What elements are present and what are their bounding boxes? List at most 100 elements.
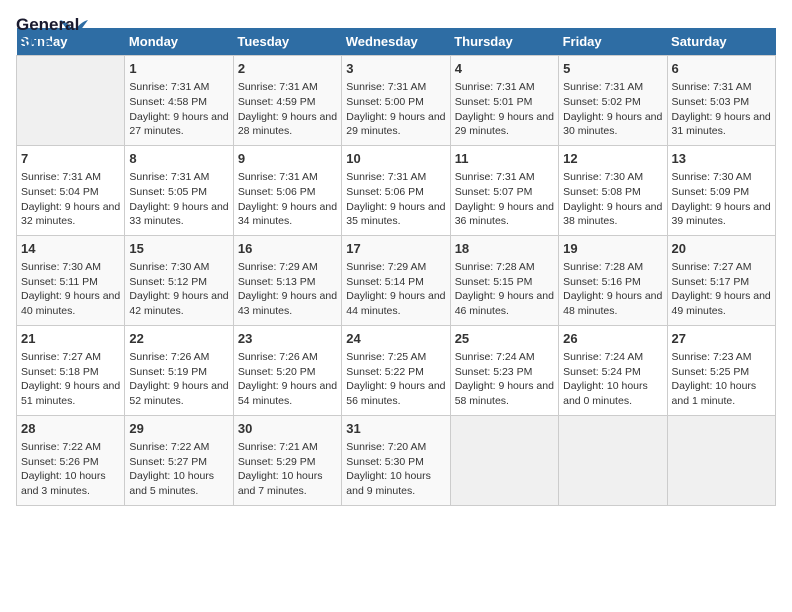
logo-word-general: General <box>16 15 79 34</box>
day-info: Sunrise: 7:31 AMSunset: 4:58 PMDaylight:… <box>129 80 228 139</box>
day-info: Sunrise: 7:24 AMSunset: 5:23 PMDaylight:… <box>455 350 554 409</box>
day-cell: 6Sunrise: 7:31 AMSunset: 5:03 PMDaylight… <box>667 56 775 146</box>
day-cell: 20 Sunrise: 7:27 AMSunset: 5:17 PMDayligh… <box>667 235 775 325</box>
day-number: 30 <box>238 420 337 438</box>
day-number: 3 <box>346 60 445 78</box>
day-cell: 8 Sunrise: 7:31 AMSunset: 5:05 PMDaylight… <box>125 145 233 235</box>
day-number: 9 <box>238 150 337 168</box>
day-cell: 12Sunrise: 7:30 AMSunset: 5:08 PMDayligh… <box>559 145 667 235</box>
day-info: Sunrise: 7:23 AMSunset: 5:25 PMDaylight:… <box>672 350 771 409</box>
day-number: 18 <box>455 240 554 258</box>
day-cell: 25 Sunrise: 7:24 AMSunset: 5:23 PMDayligh… <box>450 325 558 415</box>
day-info: Sunrise: 7:20 AMSunset: 5:30 PMDaylight:… <box>346 440 445 499</box>
calendar-table: SundayMondayTuesdayWednesdayThursdayFrid… <box>16 28 776 506</box>
day-info: Sunrise: 7:30 AMSunset: 5:12 PMDaylight:… <box>129 260 228 319</box>
day-info: Sunrise: 7:29 AMSunset: 5:13 PMDaylight:… <box>238 260 337 319</box>
day-cell: 13Sunrise: 7:30 AMSunset: 5:09 PMDayligh… <box>667 145 775 235</box>
day-number: 21 <box>21 330 120 348</box>
day-info: Sunrise: 7:29 AMSunset: 5:14 PMDaylight:… <box>346 260 445 319</box>
day-number: 14 <box>21 240 120 258</box>
day-cell: 31 Sunrise: 7:20 AMSunset: 5:30 PMDayligh… <box>342 415 450 505</box>
day-cell: 14 Sunrise: 7:30 AMSunset: 5:11 PMDayligh… <box>17 235 125 325</box>
day-info: Sunrise: 7:31 AMSunset: 4:59 PMDaylight:… <box>238 80 337 139</box>
day-cell <box>17 56 125 146</box>
week-row-5: 28 Sunrise: 7:22 AMSunset: 5:26 PMDayligh… <box>17 415 776 505</box>
day-cell: 9 Sunrise: 7:31 AMSunset: 5:06 PMDaylight… <box>233 145 341 235</box>
day-number: 11 <box>455 150 554 168</box>
day-number: 28 <box>21 420 120 438</box>
day-number: 7 <box>21 150 120 168</box>
day-cell: 15 Sunrise: 7:30 AMSunset: 5:12 PMDayligh… <box>125 235 233 325</box>
day-cell: 4 Sunrise: 7:31 AMSunset: 5:01 PMDaylight… <box>450 56 558 146</box>
day-number: 26 <box>563 330 662 348</box>
day-info: Sunrise: 7:24 AMSunset: 5:24 PMDaylight:… <box>563 350 662 409</box>
day-cell: 17 Sunrise: 7:29 AMSunset: 5:14 PMDayligh… <box>342 235 450 325</box>
day-cell: 16Sunrise: 7:29 AMSunset: 5:13 PMDayligh… <box>233 235 341 325</box>
day-number: 15 <box>129 240 228 258</box>
day-info: Sunrise: 7:31 AMSunset: 5:02 PMDaylight:… <box>563 80 662 139</box>
day-info: Sunrise: 7:31 AMSunset: 5:03 PMDaylight:… <box>672 80 771 139</box>
day-info: Sunrise: 7:28 AMSunset: 5:16 PMDaylight:… <box>563 260 662 319</box>
day-number: 10 <box>346 150 445 168</box>
day-info: Sunrise: 7:25 AMSunset: 5:22 PMDaylight:… <box>346 350 445 409</box>
day-number: 2 <box>238 60 337 78</box>
day-header-friday: Friday <box>559 28 667 56</box>
week-row-1: 1 Sunrise: 7:31 AMSunset: 4:58 PMDaylight… <box>17 56 776 146</box>
day-cell: 30 Sunrise: 7:21 AMSunset: 5:29 PMDayligh… <box>233 415 341 505</box>
day-header-thursday: Thursday <box>450 28 558 56</box>
day-cell: 27 Sunrise: 7:23 AMSunset: 5:25 PMDayligh… <box>667 325 775 415</box>
day-number: 22 <box>129 330 228 348</box>
day-cell: 1 Sunrise: 7:31 AMSunset: 4:58 PMDaylight… <box>125 56 233 146</box>
day-number: 1 <box>129 60 228 78</box>
day-info: Sunrise: 7:31 AMSunset: 5:06 PMDaylight:… <box>238 170 337 229</box>
day-number: 12 <box>563 150 662 168</box>
day-number: 27 <box>672 330 771 348</box>
day-info: Sunrise: 7:28 AMSunset: 5:15 PMDaylight:… <box>455 260 554 319</box>
day-number: 20 <box>672 240 771 258</box>
day-info: Sunrise: 7:31 AMSunset: 5:05 PMDaylight:… <box>129 170 228 229</box>
day-cell <box>559 415 667 505</box>
day-cell: 5Sunrise: 7:31 AMSunset: 5:02 PMDaylight… <box>559 56 667 146</box>
day-info: Sunrise: 7:31 AMSunset: 5:07 PMDaylight:… <box>455 170 554 229</box>
day-number: 13 <box>672 150 771 168</box>
day-info: Sunrise: 7:31 AMSunset: 5:00 PMDaylight:… <box>346 80 445 139</box>
day-info: Sunrise: 7:26 AMSunset: 5:20 PMDaylight:… <box>238 350 337 409</box>
logo-row: General Blue <box>16 16 88 58</box>
day-info: Sunrise: 7:27 AMSunset: 5:18 PMDaylight:… <box>21 350 120 409</box>
day-info: Sunrise: 7:27 AMSunset: 5:17 PMDaylight:… <box>672 260 771 319</box>
day-number: 17 <box>346 240 445 258</box>
logo-container: General Blue <box>16 16 88 58</box>
day-cell: 23Sunrise: 7:26 AMSunset: 5:20 PMDayligh… <box>233 325 341 415</box>
day-number: 31 <box>346 420 445 438</box>
day-cell: 7 Sunrise: 7:31 AMSunset: 5:04 PMDaylight… <box>17 145 125 235</box>
day-cell <box>667 415 775 505</box>
week-row-4: 21 Sunrise: 7:27 AMSunset: 5:18 PMDayligh… <box>17 325 776 415</box>
day-cell: 11 Sunrise: 7:31 AMSunset: 5:07 PMDayligh… <box>450 145 558 235</box>
day-number: 25 <box>455 330 554 348</box>
day-info: Sunrise: 7:31 AMSunset: 5:04 PMDaylight:… <box>21 170 120 229</box>
day-info: Sunrise: 7:26 AMSunset: 5:19 PMDaylight:… <box>129 350 228 409</box>
day-info: Sunrise: 7:21 AMSunset: 5:29 PMDaylight:… <box>238 440 337 499</box>
day-info: Sunrise: 7:30 AMSunset: 5:11 PMDaylight:… <box>21 260 120 319</box>
week-row-2: 7 Sunrise: 7:31 AMSunset: 5:04 PMDaylight… <box>17 145 776 235</box>
week-row-3: 14 Sunrise: 7:30 AMSunset: 5:11 PMDayligh… <box>17 235 776 325</box>
day-info: Sunrise: 7:22 AMSunset: 5:26 PMDaylight:… <box>21 440 120 499</box>
day-cell: 18 Sunrise: 7:28 AMSunset: 5:15 PMDayligh… <box>450 235 558 325</box>
day-cell: 24 Sunrise: 7:25 AMSunset: 5:22 PMDayligh… <box>342 325 450 415</box>
logo-graphic: General Blue <box>16 16 64 58</box>
day-number: 24 <box>346 330 445 348</box>
day-header-saturday: Saturday <box>667 28 775 56</box>
day-info: Sunrise: 7:31 AMSunset: 5:06 PMDaylight:… <box>346 170 445 229</box>
day-number: 8 <box>129 150 228 168</box>
calendar-header-row: SundayMondayTuesdayWednesdayThursdayFrid… <box>17 28 776 56</box>
day-cell: 10 Sunrise: 7:31 AMSunset: 5:06 PMDayligh… <box>342 145 450 235</box>
logo-word-blue: Blue <box>16 34 53 53</box>
day-cell: 22 Sunrise: 7:26 AMSunset: 5:19 PMDayligh… <box>125 325 233 415</box>
day-number: 4 <box>455 60 554 78</box>
day-info: Sunrise: 7:31 AMSunset: 5:01 PMDaylight:… <box>455 80 554 139</box>
day-number: 29 <box>129 420 228 438</box>
day-cell: 21 Sunrise: 7:27 AMSunset: 5:18 PMDayligh… <box>17 325 125 415</box>
day-header-monday: Monday <box>125 28 233 56</box>
day-number: 19 <box>563 240 662 258</box>
day-cell: 2 Sunrise: 7:31 AMSunset: 4:59 PMDaylight… <box>233 56 341 146</box>
